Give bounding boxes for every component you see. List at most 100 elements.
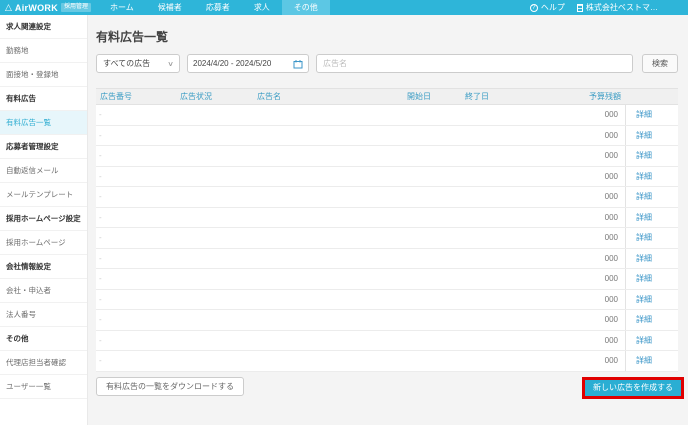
column-header-3: 開始日 [407,92,431,101]
settings-sidebar: 求人関連設定 勤務地 面接地・登録地 有料広告 有料広告一覧 応募者管理設定 自動返信メール… [0,15,88,425]
table-row: - 000 詳細 [96,248,678,269]
column-header-4: 終了日 [465,92,489,101]
sidebar-item-6[interactable]: 自動返信メール [0,159,87,183]
sidebar-item-1[interactable]: 勤務地 [0,39,87,63]
table-row: - 000 詳細 [96,146,678,167]
sidebar-section-header-3: 有料広告 [0,87,87,111]
table-row: - 000 詳細 [96,125,678,146]
ad-number-cell: - [99,274,102,284]
nav-tab-2[interactable]: 応募者 [194,0,242,15]
detail-link[interactable]: 詳細 [636,171,652,182]
sidebar-item-15[interactable]: ユーザー一覧 [0,375,87,399]
sidebar-item-2[interactable]: 面接地・登録地 [0,63,87,87]
ad-number-cell: - [99,356,102,366]
account-menu[interactable]: 株式会社ベストマ… [576,2,658,13]
detail-link[interactable]: 詳細 [636,355,652,366]
detail-link[interactable]: 詳細 [636,314,652,325]
help-menu[interactable]: ? ヘルプ [529,2,565,13]
detail-cell: 詳細 [625,207,678,227]
create-ad-button[interactable]: 新しい広告を作成する [585,379,681,396]
detail-cell: 詳細 [625,105,678,125]
column-header-1: 広告状況 [180,92,212,101]
table-row: - 000 詳細 [96,310,678,331]
budget-remaining-cell: 000 [604,356,618,366]
sidebar-section-header-10: 会社情報設定 [0,255,87,279]
ad-number-cell: - [99,294,102,304]
ad-number-cell: - [99,233,102,243]
sidebar-item-7[interactable]: メールテンプレート [0,183,87,207]
column-header-2: 広告名 [257,92,281,101]
ad-type-select[interactable]: すべての広告 ∨ [96,54,180,73]
ad-number-cell: - [99,212,102,222]
detail-cell: 詳細 [625,351,678,371]
nav-tab-0[interactable]: ホーム [98,0,146,15]
airwork-triangle-icon: △ [5,2,12,12]
budget-remaining-cell: 000 [604,212,618,222]
nav-tab-4[interactable]: その他 [281,0,330,15]
budget-remaining-cell: 000 [604,110,618,120]
sidebar-section-header-0: 求人関連設定 [0,15,87,39]
nav-tab-3[interactable]: 求人 [242,0,282,15]
app-logo[interactable]: △ AirWORK 採用管理 [0,0,98,15]
detail-link[interactable]: 詳細 [636,253,652,264]
budget-remaining-cell: 000 [604,151,618,161]
sidebar-item-12[interactable]: 法人番号 [0,303,87,327]
company-building-icon [576,3,583,12]
table-row: - 000 詳細 [96,207,678,228]
table-row: - 000 詳細 [96,330,678,351]
ad-number-cell: - [99,110,102,120]
table-row: - 000 詳細 [96,351,678,372]
ad-number-cell: - [99,253,102,263]
sidebar-item-11[interactable]: 会社・申込者 [0,279,87,303]
ad-type-select-value: すべての広告 [103,59,151,68]
ad-name-input[interactable] [316,54,633,73]
chevron-down-icon: ∨ [167,60,174,68]
page-title: 有料広告一覧 [96,30,169,44]
footer-actions: 有料広告の一覧をダウンロードする 新しい広告を作成する [96,376,684,399]
download-list-button[interactable]: 有料広告の一覧をダウンロードする [96,376,244,396]
help-label: ヘルプ [540,3,565,12]
help-icon: ? [529,3,538,12]
table-row: - 000 詳細 [96,105,678,126]
detail-cell: 詳細 [625,248,678,268]
calendar-icon [293,59,303,68]
budget-remaining-cell: 000 [604,294,618,304]
budget-remaining-cell: 000 [604,253,618,263]
sidebar-item-14[interactable]: 代理店担当者確認 [0,351,87,375]
search-button[interactable]: 検索 [642,54,678,73]
detail-link[interactable]: 詳細 [636,130,652,141]
detail-link[interactable]: 詳細 [636,273,652,284]
detail-link[interactable]: 詳細 [636,109,652,120]
sidebar-item-9[interactable]: 採用ホームページ [0,231,87,255]
sidebar-item-4[interactable]: 有料広告一覧 [0,111,87,135]
sidebar-section-header-13: その他 [0,327,87,351]
budget-remaining-cell: 000 [604,274,618,284]
sidebar-section-header-8: 採用ホームページ設定 [0,207,87,231]
logo-badge: 採用管理 [61,2,92,13]
table-body: - 000 詳細 - 000 詳細 - 000 詳細 - 000 詳細 - 000 詳細 - 000 詳細 - 000… [96,105,678,372]
detail-cell: 詳細 [625,146,678,166]
filter-bar: すべての広告 ∨ 2024/4/20 - 2024/5/20 検索 [96,54,678,73]
ad-number-cell: - [99,171,102,181]
nav-menu: ホーム 候補者 応募者 求人 その他 [98,0,330,15]
detail-link[interactable]: 詳細 [636,150,652,161]
date-range-value: 2024/4/20 - 2024/5/20 [193,59,272,68]
ad-number-cell: - [99,192,102,202]
table-row: - 000 詳細 [96,289,678,310]
budget-remaining-cell: 000 [604,171,618,181]
logo-text: AirWORK [14,2,59,13]
budget-remaining-cell: 000 [604,192,618,202]
detail-cell: 詳細 [625,330,678,350]
nav-tab-1[interactable]: 候補者 [146,0,194,15]
table-row: - 000 詳細 [96,166,678,187]
date-range-picker[interactable]: 2024/4/20 - 2024/5/20 [187,54,309,73]
top-navbar: △ AirWORK 採用管理 ホーム 候補者 応募者 求人 その他 ? ヘルプ 株式会社… [0,0,688,15]
detail-cell: 詳細 [625,228,678,248]
detail-link[interactable]: 詳細 [636,191,652,202]
column-header-5: 予算残額 [589,92,621,101]
detail-link[interactable]: 詳細 [636,335,652,346]
detail-link[interactable]: 詳細 [636,294,652,305]
detail-link[interactable]: 詳細 [636,212,652,223]
detail-link[interactable]: 詳細 [636,232,652,243]
table-row: - 000 詳細 [96,269,678,290]
